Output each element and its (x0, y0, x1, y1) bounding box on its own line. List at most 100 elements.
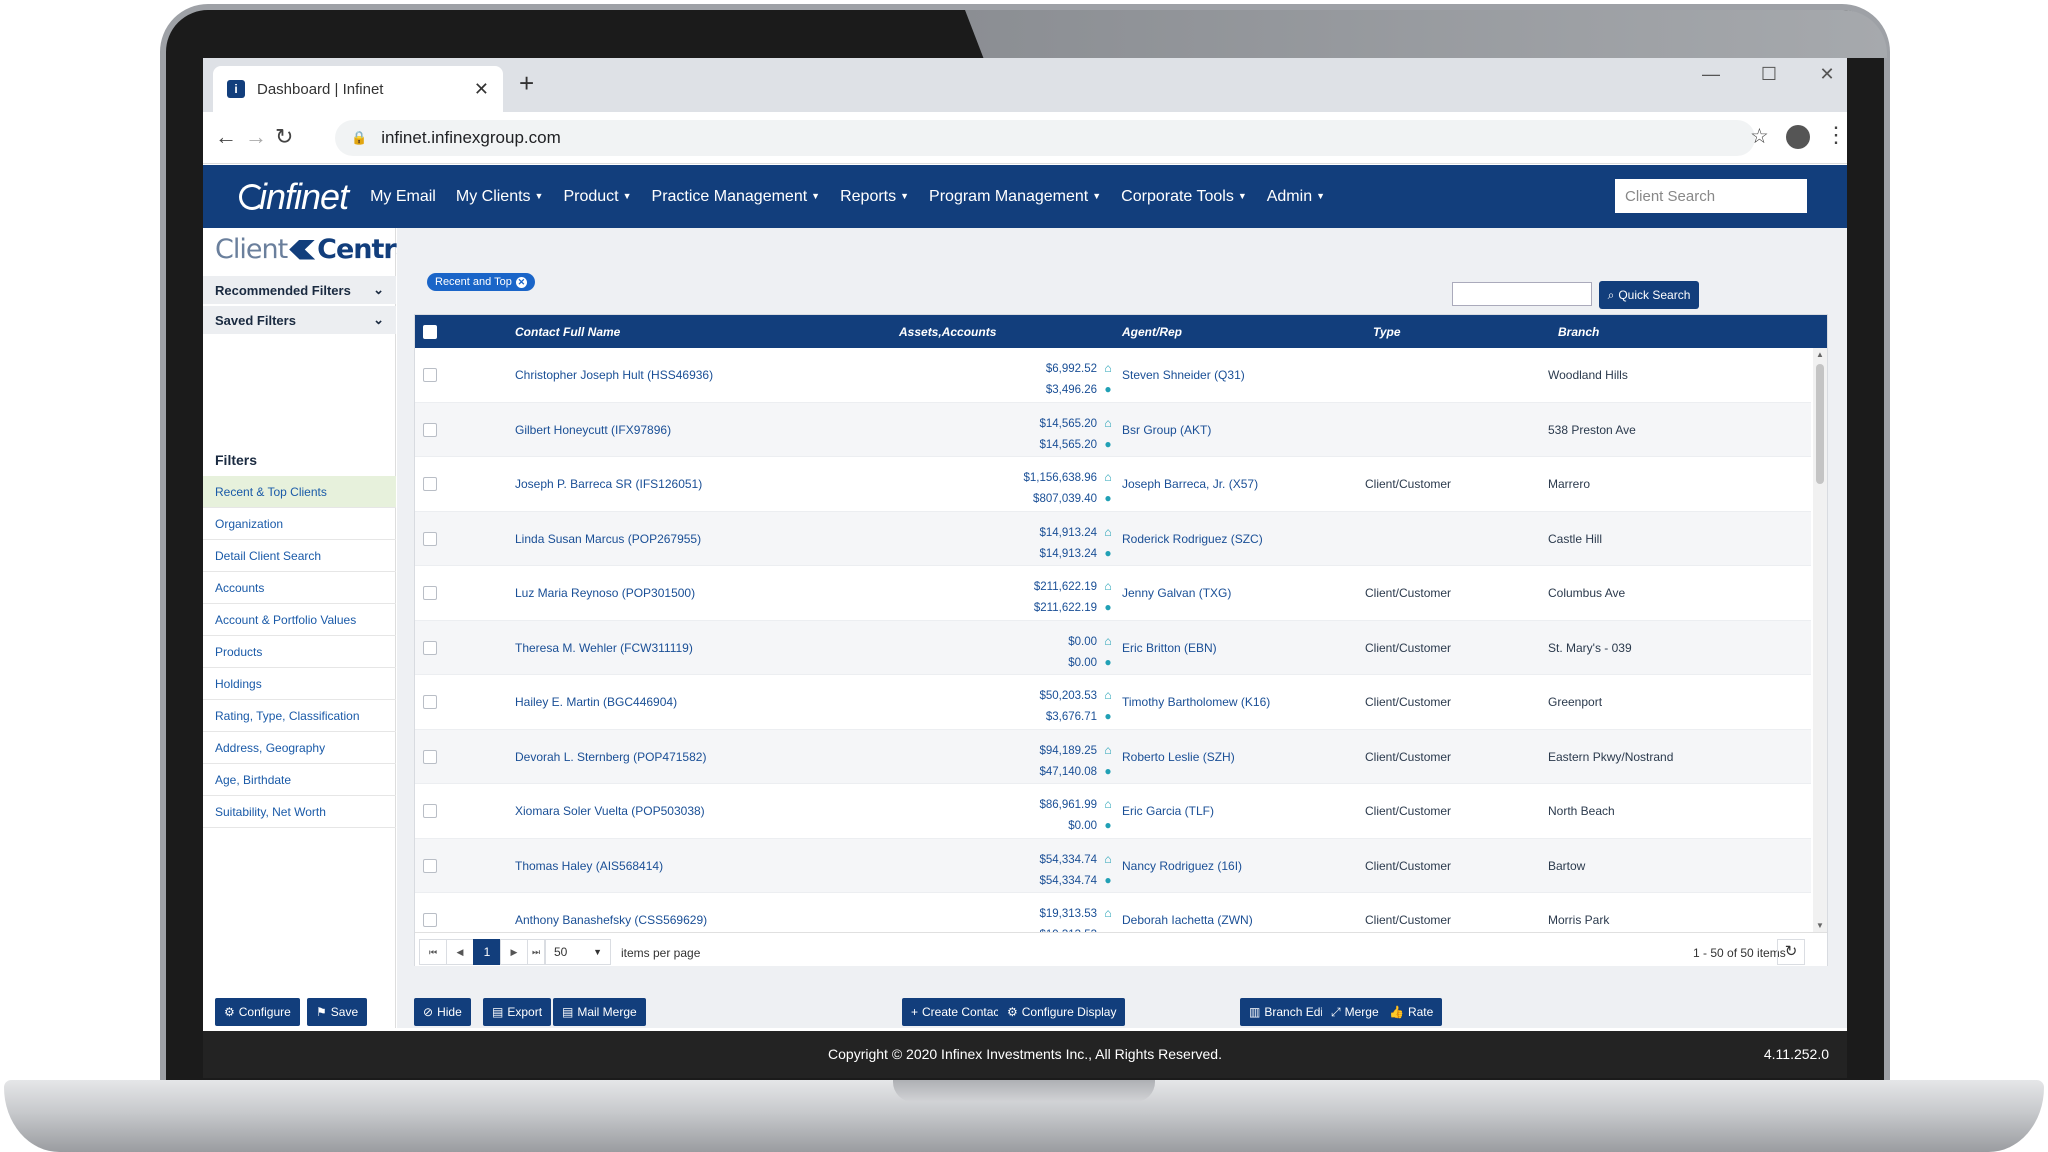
row-checkbox[interactable] (423, 804, 437, 818)
row-checkbox[interactable] (423, 531, 437, 546)
recommended-filters-toggle[interactable]: Recommended Filters ⌄ (203, 276, 396, 304)
person-icon[interactable]: ● (1101, 870, 1115, 890)
person-icon[interactable]: ● (1101, 543, 1115, 563)
col-contact-full-name[interactable]: Contact Full Name (515, 325, 620, 339)
accounts-value[interactable]: $3,676.71 (1046, 711, 1097, 723)
table-row[interactable]: Xiomara Soler Vuelta (POP503038) $86,961.… (415, 784, 1811, 839)
filter-age-birthdate[interactable]: Age, Birthdate (203, 764, 396, 796)
filter-recent-top-clients[interactable]: Recent & Top Clients (203, 476, 396, 508)
row-checkbox[interactable] (423, 586, 437, 600)
reload-icon[interactable]: ↻ (275, 124, 293, 150)
tab-close-icon[interactable]: ✕ (474, 79, 489, 100)
table-row[interactable]: Hailey E. Martin (BGC446904) $50,203.53 ⌂ $… (415, 675, 1811, 730)
person-icon[interactable]: ● (1101, 434, 1115, 454)
browser-menu-icon[interactable]: ⋮ (1825, 122, 1847, 148)
row-checkbox[interactable] (423, 695, 437, 709)
filter-holdings[interactable]: Holdings (203, 668, 396, 700)
person-icon[interactable]: ● (1101, 597, 1115, 617)
filter-address-geography[interactable]: Address, Geography (203, 732, 396, 764)
nav-reports[interactable]: Reports ▼ (840, 188, 909, 206)
forward-icon[interactable]: → (245, 124, 267, 150)
assets-value[interactable]: $50,203.53 (1039, 690, 1097, 702)
filter-products[interactable]: Products (203, 636, 396, 668)
col-type[interactable]: Type (1373, 325, 1401, 339)
configure-display-button[interactable]: ⚙ Configure Display (998, 998, 1126, 1026)
home-icon[interactable]: ⌂ (1101, 849, 1115, 869)
table-row[interactable]: Linda Susan Marcus (POP267955) $14,913.24… (415, 511, 1811, 566)
prev-page-icon[interactable]: ◀ (446, 939, 474, 965)
merge-button[interactable]: ⤢ Merge (1322, 998, 1388, 1026)
agent-rep-link[interactable]: Steven Shneider (Q31) (1122, 368, 1245, 382)
accounts-value[interactable]: $0.00 (1068, 820, 1097, 832)
assets-value[interactable]: $211,622.19 (1034, 581, 1097, 593)
first-page-icon[interactable]: ⏮ (419, 939, 447, 965)
nav-admin[interactable]: Admin ▼ (1267, 188, 1325, 206)
back-icon[interactable]: ← (215, 124, 237, 150)
accounts-value[interactable]: $54,334.74 (1039, 875, 1097, 887)
home-icon[interactable]: ⌂ (1101, 358, 1115, 378)
contact-name-link[interactable]: Joseph P. Barreca SR (IFS126051) (515, 477, 702, 491)
create-contact-button[interactable]: + Create Contact (902, 998, 1012, 1026)
last-page-icon[interactable]: ⏭ (527, 939, 545, 965)
row-checkbox[interactable] (423, 858, 437, 873)
select-all-checkbox[interactable] (423, 325, 437, 339)
home-icon[interactable]: ⌂ (1101, 740, 1115, 760)
row-checkbox[interactable] (423, 749, 437, 764)
next-page-icon[interactable]: ▶ (500, 939, 528, 965)
agent-rep-link[interactable]: Roberto Leslie (SZH) (1122, 750, 1235, 764)
row-checkbox[interactable] (423, 913, 437, 927)
nav-corporate-tools[interactable]: Corporate Tools ▼ (1121, 188, 1247, 206)
agent-rep-link[interactable]: Eric Garcia (TLF) (1122, 804, 1214, 818)
quick-search-input[interactable] (1452, 282, 1592, 306)
contact-name-link[interactable]: Hailey E. Martin (BGC446904) (515, 695, 677, 709)
export-button[interactable]: ▤ Export (483, 998, 552, 1026)
home-icon[interactable]: ⌂ (1101, 631, 1115, 651)
scroll-thumb[interactable] (1816, 364, 1824, 484)
grid-scrollbar[interactable]: ▲ ▼ (1813, 348, 1827, 932)
nav-program-management[interactable]: Program Management ▼ (929, 188, 1101, 206)
table-row[interactable]: Thomas Haley (AIS568414) $54,334.74 ⌂ $54,3… (415, 838, 1811, 893)
filter-account-portfolio-values[interactable]: Account & Portfolio Values (203, 604, 396, 636)
contact-name-link[interactable]: Thomas Haley (AIS568414) (515, 859, 663, 873)
save-button[interactable]: ⚑ Save (307, 998, 368, 1026)
agent-rep-link[interactable]: Deborah Iachetta (ZWN) (1122, 913, 1253, 927)
accounts-value[interactable]: $14,913.24 (1039, 548, 1097, 560)
home-icon[interactable]: ⌂ (1101, 467, 1115, 487)
minimize-icon[interactable]: — (1701, 64, 1721, 85)
browser-tab[interactable]: i Dashboard | Infinet ✕ (213, 66, 503, 112)
agent-rep-link[interactable]: Jenny Galvan (TXG) (1122, 586, 1231, 600)
assets-value[interactable]: $0.00 (1068, 636, 1097, 648)
agent-rep-link[interactable]: Timothy Bartholomew (K16) (1122, 695, 1270, 709)
rate-button[interactable]: 👍 Rate (1380, 998, 1443, 1026)
person-icon[interactable]: ● (1101, 652, 1115, 672)
address-bar[interactable]: 🔒 infinet.infinexgroup.com (335, 120, 1755, 156)
configure-button[interactable]: ⚙ Configure (215, 998, 300, 1026)
col-branch[interactable]: Branch (1558, 325, 1599, 339)
agent-rep-link[interactable]: Joseph Barreca, Jr. (X57) (1122, 477, 1258, 491)
filter-suitability-net-worth[interactable]: Suitability, Net Worth (203, 796, 396, 828)
accounts-value[interactable]: $0.00 (1068, 657, 1097, 669)
col-assets-accounts[interactable]: Assets,Accounts (899, 325, 996, 339)
nav-my-email[interactable]: My Email (370, 188, 436, 206)
contact-name-link[interactable]: Xiomara Soler Vuelta (POP503038) (515, 804, 705, 818)
chip-remove-icon[interactable]: ✕ (515, 276, 527, 288)
accounts-value[interactable]: $14,565.20 (1039, 439, 1097, 451)
assets-value[interactable]: $54,334.74 (1039, 854, 1097, 866)
new-tab-icon[interactable]: + (519, 68, 534, 99)
filter-detail-client-search[interactable]: Detail Client Search (203, 540, 396, 572)
home-icon[interactable]: ⌂ (1101, 413, 1115, 433)
assets-value[interactable]: $14,565.20 (1039, 418, 1097, 430)
scroll-up-icon[interactable]: ▲ (1816, 350, 1824, 359)
nav-practice-management[interactable]: Practice Management ▼ (652, 188, 821, 206)
agent-rep-link[interactable]: Nancy Rodriguez (16I) (1122, 859, 1242, 873)
agent-rep-link[interactable]: Eric Britton (EBN) (1122, 641, 1217, 655)
filter-organization[interactable]: Organization (203, 508, 396, 540)
per-page-select[interactable]: 50 ▼ (545, 939, 611, 965)
home-icon[interactable]: ⌂ (1101, 685, 1115, 705)
nav-my-clients[interactable]: My Clients ▼ (456, 188, 544, 206)
client-search-input[interactable] (1615, 179, 1807, 213)
accounts-value[interactable]: $807,039.40 (1033, 493, 1097, 505)
contact-name-link[interactable]: Theresa M. Wehler (FCW311119) (515, 641, 693, 655)
profile-icon[interactable] (1786, 125, 1810, 149)
accounts-value[interactable]: $3,496.26 (1046, 384, 1097, 396)
